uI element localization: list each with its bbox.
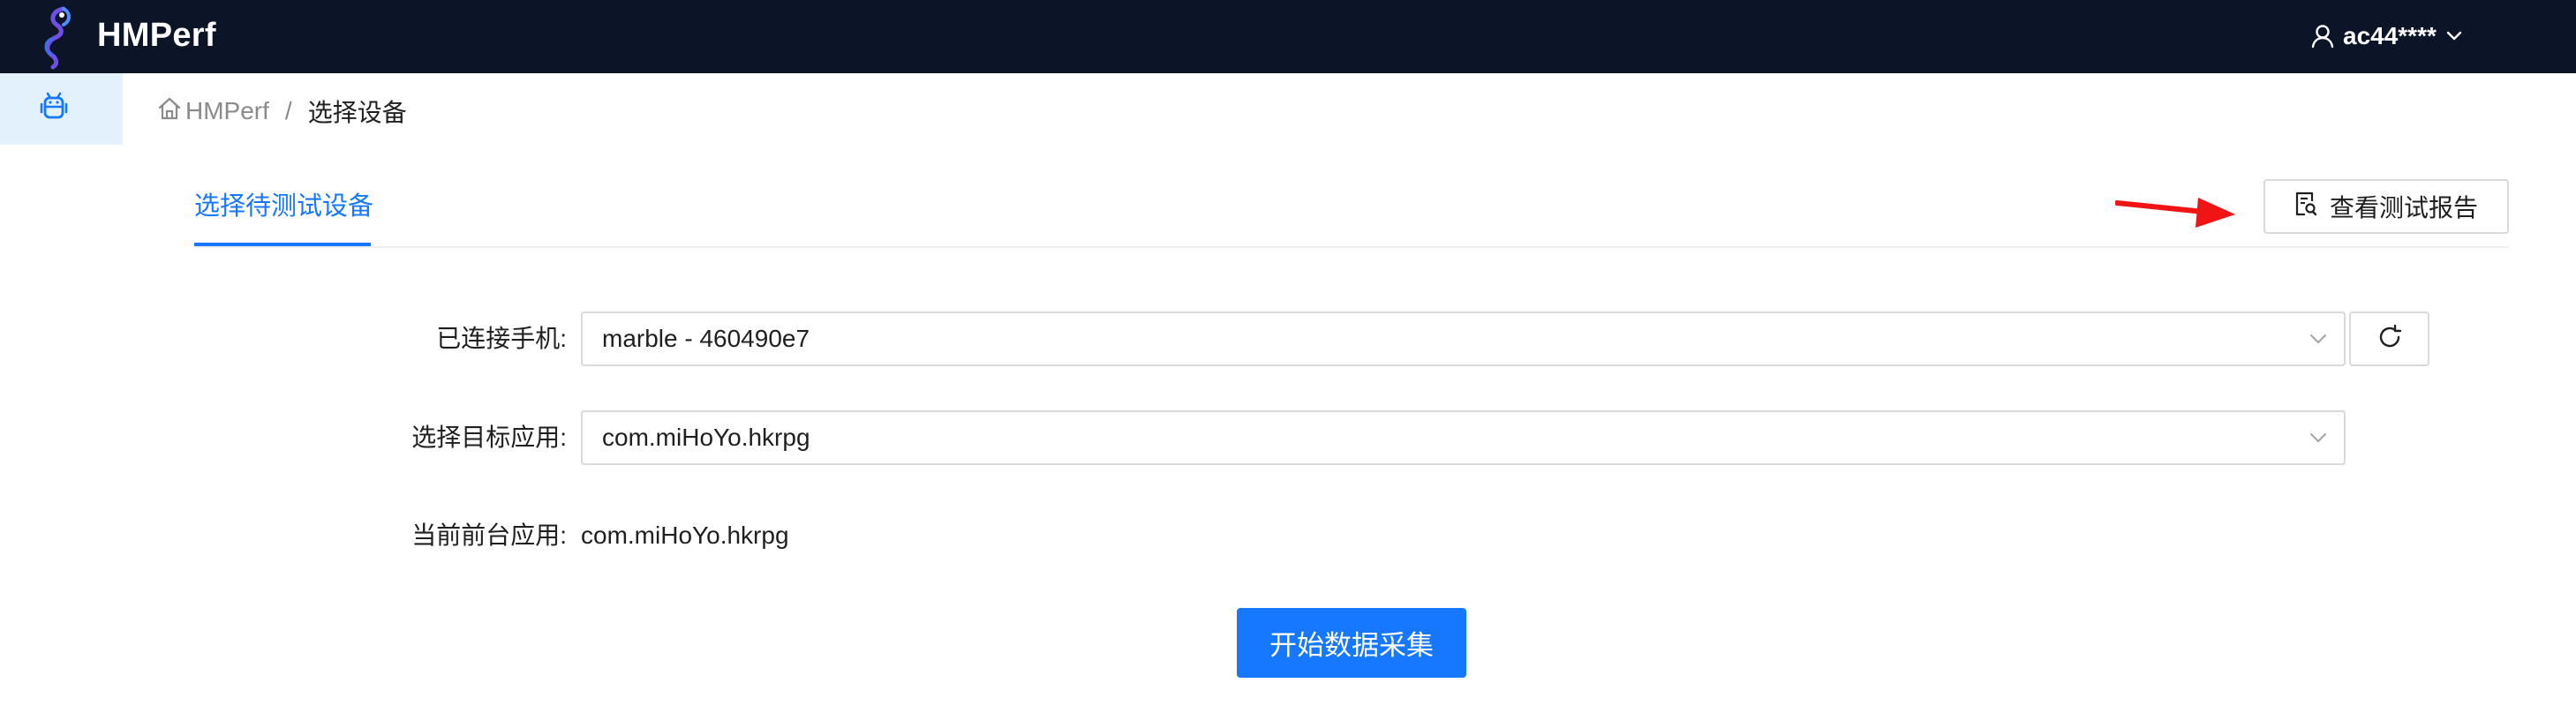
app-title: HMPerf <box>97 17 216 54</box>
start-collection-button[interactable]: 开始数据采集 <box>1237 608 1466 678</box>
breadcrumb-home-link[interactable]: HMPerf <box>157 96 269 127</box>
app-label: 选择目标应用: <box>411 424 567 451</box>
device-select[interactable]: marble - 460490e7 <box>581 311 2346 366</box>
sidebar-item-android[interactable] <box>0 73 123 145</box>
tabs-divider <box>194 246 2509 248</box>
device-select-value: marble - 460490e7 <box>602 325 810 352</box>
target-app-select-value: com.miHoYo.hkrpg <box>602 424 810 451</box>
top-header: HMPerf ac44**** <box>0 0 2576 73</box>
breadcrumb-current: 选择设备 <box>307 99 407 126</box>
user-menu[interactable]: ac44**** <box>2311 16 2463 56</box>
tab-select-device[interactable]: 选择待测试设备 <box>194 185 373 247</box>
view-report-button[interactable]: 查看测试报告 <box>2263 179 2509 234</box>
user-name: ac44**** <box>2343 22 2437 49</box>
side-menu <box>0 73 123 713</box>
breadcrumb-home-label: HMPerf <box>185 97 269 124</box>
chevron-down-icon <box>2309 428 2328 452</box>
refresh-icon <box>2376 324 2403 355</box>
report-search-icon <box>2294 191 2317 223</box>
foreground-app-label: 当前前台应用: <box>411 522 567 549</box>
user-icon <box>2311 24 2334 49</box>
device-label: 已连接手机: <box>436 325 567 352</box>
breadcrumb-separator: / <box>284 97 292 124</box>
foreground-app-value: com.miHoYo.hkrpg <box>581 522 789 549</box>
breadcrumb: HMPerf / 选择设备 <box>157 92 407 131</box>
chevron-down-icon <box>2309 329 2328 353</box>
android-icon <box>40 92 68 126</box>
refresh-devices-button[interactable] <box>2349 311 2429 366</box>
annotation-arrow <box>2114 191 2239 236</box>
home-icon <box>157 96 182 127</box>
view-report-label: 查看测试报告 <box>2329 194 2478 221</box>
chevron-down-icon <box>2445 30 2463 42</box>
target-app-select[interactable]: com.miHoYo.hkrpg <box>581 410 2346 465</box>
seahorse-logo-icon <box>32 4 81 71</box>
